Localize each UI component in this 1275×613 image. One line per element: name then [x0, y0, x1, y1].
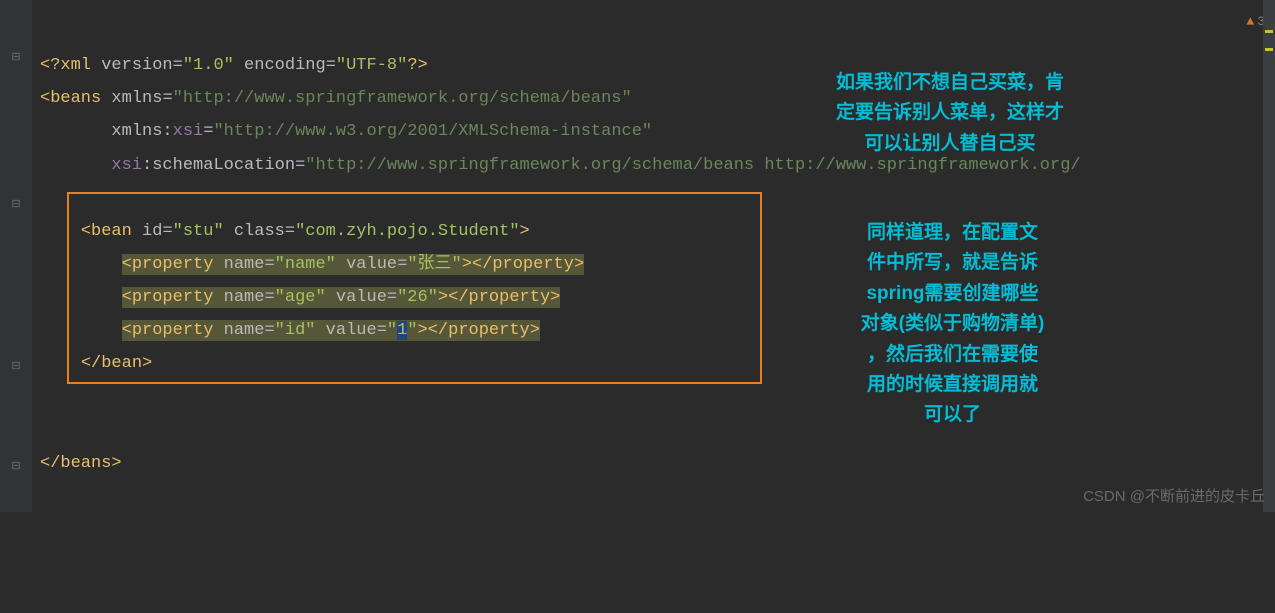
annotation-bottom: 同样道理，在配置文 件中所写，就是告诉 spring需要创建哪些 对象(类似于购…: [835, 218, 1070, 431]
error-stripe[interactable]: [1265, 30, 1273, 33]
code-line: </bean>: [40, 347, 1267, 380]
fold-icon[interactable]: ⊟: [9, 50, 23, 64]
code-line: [40, 414, 1267, 447]
code-line: <property name="age" value="26"></proper…: [40, 281, 1267, 314]
gutter: ⊟ ⊟ ⊟ ⊟: [0, 0, 32, 512]
code-line: <property name="name" value="张三"></prope…: [40, 248, 1267, 281]
error-stripe[interactable]: [1265, 48, 1273, 51]
annotation-top: 如果我们不想自己买菜，肯 定要告诉别人菜单，这样才 可以让别人替自己买: [790, 68, 1110, 159]
code-line: [40, 381, 1267, 414]
watermark: CSDN @不断前进的皮卡丘: [1083, 485, 1265, 506]
fold-icon[interactable]: ⊟: [9, 359, 23, 373]
code-line: [40, 182, 1267, 215]
fold-icon[interactable]: ⊟: [9, 197, 23, 211]
code-line: <property name="id" value="1"></property…: [40, 314, 1267, 347]
fold-icon[interactable]: ⊟: [9, 459, 23, 473]
warning-triangle-icon: ▲: [1246, 14, 1254, 29]
code-line: <bean id="stu" class="com.zyh.pojo.Stude…: [40, 215, 1267, 248]
scrollbar-track[interactable]: [1263, 0, 1275, 512]
code-line: </beans>: [40, 447, 1267, 480]
